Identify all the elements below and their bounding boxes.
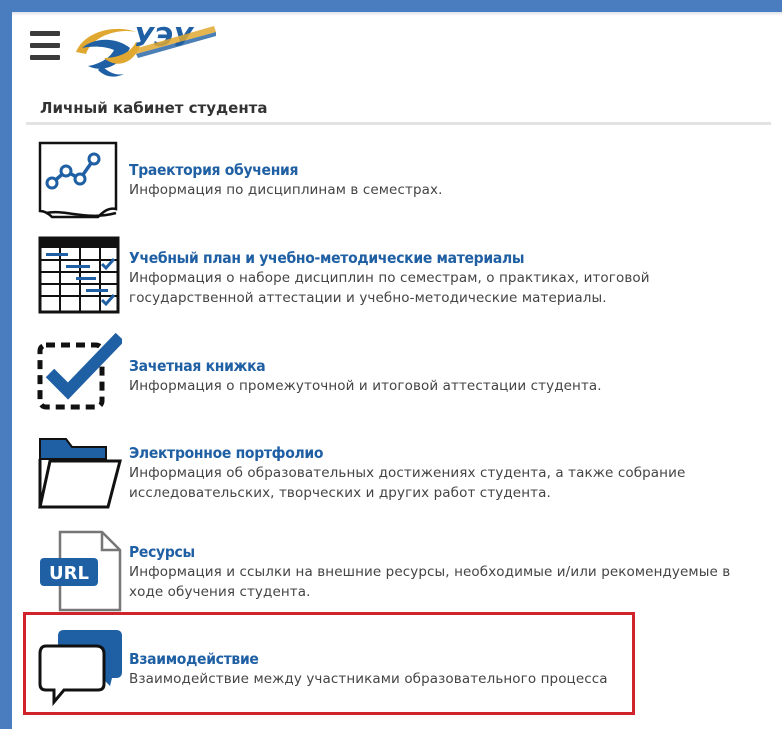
item-description: Информация о промежуточной и итоговой ат… — [129, 378, 602, 394]
university-logo[interactable]: УЭУ — [74, 18, 219, 78]
window-frame-left — [0, 0, 12, 729]
trajectory-chart-icon — [38, 141, 118, 219]
item-title[interactable]: Зачетная книжка — [129, 356, 759, 376]
header-shadow — [12, 12, 782, 16]
item-description: Информация по дисциплинам в семестрах. — [129, 182, 443, 198]
selection-highlight-box — [23, 612, 635, 715]
item-description: Информация и ссылки на внешние ресурсы, … — [129, 564, 731, 600]
curriculum-table-icon — [38, 236, 120, 314]
hamburger-menu-icon[interactable] — [30, 31, 60, 61]
section-title: Личный кабинет студента — [40, 99, 268, 117]
item-title[interactable]: Учебный план и учебно-методические матер… — [129, 248, 759, 268]
item-title[interactable]: Траектория обучения — [129, 160, 759, 180]
item-title[interactable]: Ресурсы — [129, 542, 759, 562]
url-document-icon: URL — [40, 530, 122, 612]
svg-text:URL: URL — [49, 563, 89, 584]
checkmark-icon — [37, 333, 122, 410]
item-description: Информация о наборе дисциплин по семестр… — [129, 270, 650, 306]
item-description: Информация об образовательных достижения… — [129, 465, 686, 501]
window-frame-top — [0, 0, 782, 12]
item-title[interactable]: Электронное портфолио — [129, 443, 759, 463]
section-divider — [26, 122, 771, 125]
folder-icon — [38, 438, 122, 509]
